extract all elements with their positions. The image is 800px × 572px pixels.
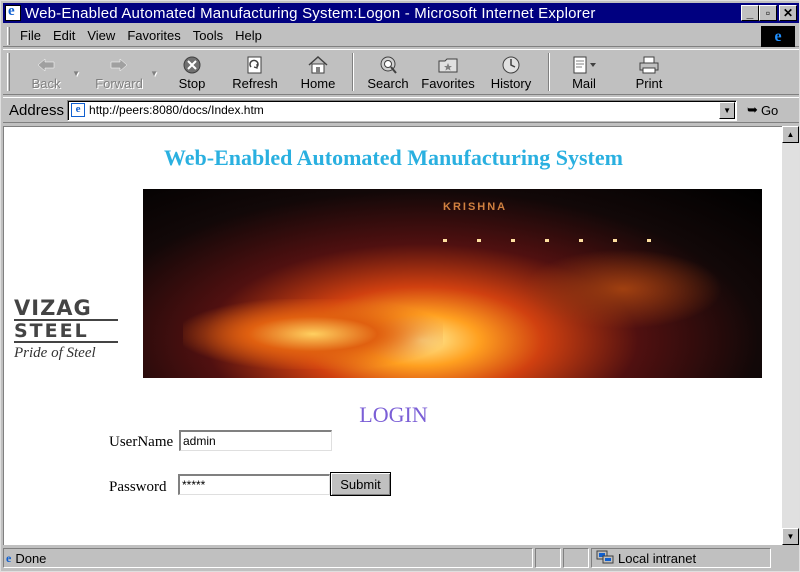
menu-favorites[interactable]: Favorites <box>121 28 186 43</box>
ie-page-icon[interactable] <box>5 3 21 21</box>
banner-sign: KRISHNA <box>443 201 508 213</box>
search-button[interactable]: Search <box>360 50 416 94</box>
go-arrow-icon: ➥ <box>747 102 758 117</box>
print-button[interactable]: Print <box>616 50 682 94</box>
print-label: Print <box>635 75 663 91</box>
toolbar-separator <box>352 53 354 91</box>
menu-help[interactable]: Help <box>229 28 268 43</box>
go-label: Go <box>760 102 779 118</box>
go-button[interactable]: ➥ Go <box>747 102 778 118</box>
back-label: Back <box>31 75 61 91</box>
submit-button[interactable]: Submit <box>330 472 391 496</box>
favorites-label: Favorites <box>421 75 475 91</box>
address-label: Address <box>9 101 65 119</box>
password-input[interactable]: ***** <box>178 474 330 495</box>
login-heading: LOGIN <box>359 402 428 427</box>
status-cell-security <box>563 548 589 568</box>
logo-line1: VIZAG <box>14 296 92 320</box>
logo-tagline: Pride of Steel <box>14 345 96 361</box>
home-label: Home <box>300 75 336 91</box>
history-button[interactable]: History <box>480 50 542 94</box>
back-arrow-icon <box>36 54 56 76</box>
address-input[interactable]: e http://peers:8080/docs/Index.htm ▼ <box>67 99 738 121</box>
printer-icon <box>638 54 660 76</box>
mail-button[interactable]: Mail <box>556 50 612 94</box>
menu-bar: File Edit View Favorites Tools Help e <box>3 25 799 47</box>
close-button[interactable]: ✕ <box>779 5 797 21</box>
browser-window: Web-Enabled Automated Manufacturing Syst… <box>0 0 800 572</box>
stop-label: Stop <box>178 75 206 91</box>
page-content: Web-Enabled Automated Manufacturing Syst… <box>3 126 782 545</box>
address-dropdown-icon[interactable]: ▼ <box>719 101 736 119</box>
history-label: History <box>490 75 532 91</box>
mail-label: Mail <box>572 75 596 91</box>
address-bar: Address e http://peers:8080/docs/Index.h… <box>3 97 799 123</box>
password-label: Password <box>109 479 167 495</box>
status-bar: e Done Local intranet <box>3 547 799 569</box>
toolbar-separator-2 <box>548 53 550 91</box>
toolbar-grip[interactable] <box>7 53 10 91</box>
status-zone-text: Local intranet <box>618 550 697 566</box>
address-url: http://peers:8080/docs/Index.htm <box>89 103 264 117</box>
ie-throbber-logo: e <box>761 26 795 47</box>
title-bar: Web-Enabled Automated Manufacturing Syst… <box>3 3 799 23</box>
maximize-button[interactable]: ▫ <box>759 5 777 21</box>
standard-toolbar: Back ▼ Forward ▼ Stop Refresh Home Searc… <box>3 49 799 95</box>
scroll-up-icon[interactable]: ▲ <box>782 126 799 143</box>
forward-dropdown-icon[interactable]: ▼ <box>150 69 158 78</box>
stop-icon <box>182 54 202 76</box>
search-icon <box>377 54 399 76</box>
username-input[interactable]: admin <box>179 430 332 451</box>
intranet-icon <box>596 550 614 567</box>
forward-button[interactable]: Forward ▼ <box>84 50 158 94</box>
back-dropdown-icon[interactable]: ▼ <box>72 69 80 78</box>
search-label: Search <box>367 75 409 91</box>
page-title: Web-Enabled Automated Manufacturing Syst… <box>164 145 623 170</box>
menu-tools[interactable]: Tools <box>187 28 229 43</box>
logo-line2: STEEL <box>14 319 118 343</box>
menu-view[interactable]: View <box>81 28 121 43</box>
stop-button[interactable]: Stop <box>164 50 220 94</box>
status-zone-cell: Local intranet <box>591 548 771 568</box>
refresh-icon <box>245 54 265 76</box>
forward-arrow-icon <box>109 54 129 76</box>
favorites-button[interactable]: Favorites <box>416 50 480 94</box>
forward-label: Forward <box>95 75 143 91</box>
favorites-folder-icon <box>437 54 459 76</box>
status-text: Done <box>15 550 47 566</box>
menu-file[interactable]: File <box>14 28 47 43</box>
menu-edit[interactable]: Edit <box>47 28 81 43</box>
steel-plant-banner-image: KRISHNA <box>143 189 762 378</box>
refresh-label: Refresh <box>232 75 278 91</box>
scroll-down-icon[interactable]: ▼ <box>782 528 799 545</box>
vizag-steel-logo: VIZAG STEEL Pride of Steel <box>14 297 118 377</box>
page-icon: e <box>71 103 86 117</box>
refresh-button[interactable]: Refresh <box>222 50 288 94</box>
minimize-button[interactable]: _ <box>741 5 759 21</box>
back-button[interactable]: Back ▼ <box>14 50 80 94</box>
status-text-cell: e Done <box>3 548 533 568</box>
status-page-icon: e <box>6 550 12 565</box>
menu-grip[interactable] <box>7 26 10 45</box>
home-icon <box>307 54 329 76</box>
home-button[interactable]: Home <box>290 50 346 94</box>
mail-icon <box>571 54 597 76</box>
history-icon <box>500 54 522 76</box>
status-cell-progress <box>535 548 561 568</box>
vertical-scrollbar[interactable]: ▲ ▼ <box>782 126 799 545</box>
window-title: Web-Enabled Automated Manufacturing Syst… <box>25 4 596 22</box>
username-label: UserName <box>109 434 174 450</box>
